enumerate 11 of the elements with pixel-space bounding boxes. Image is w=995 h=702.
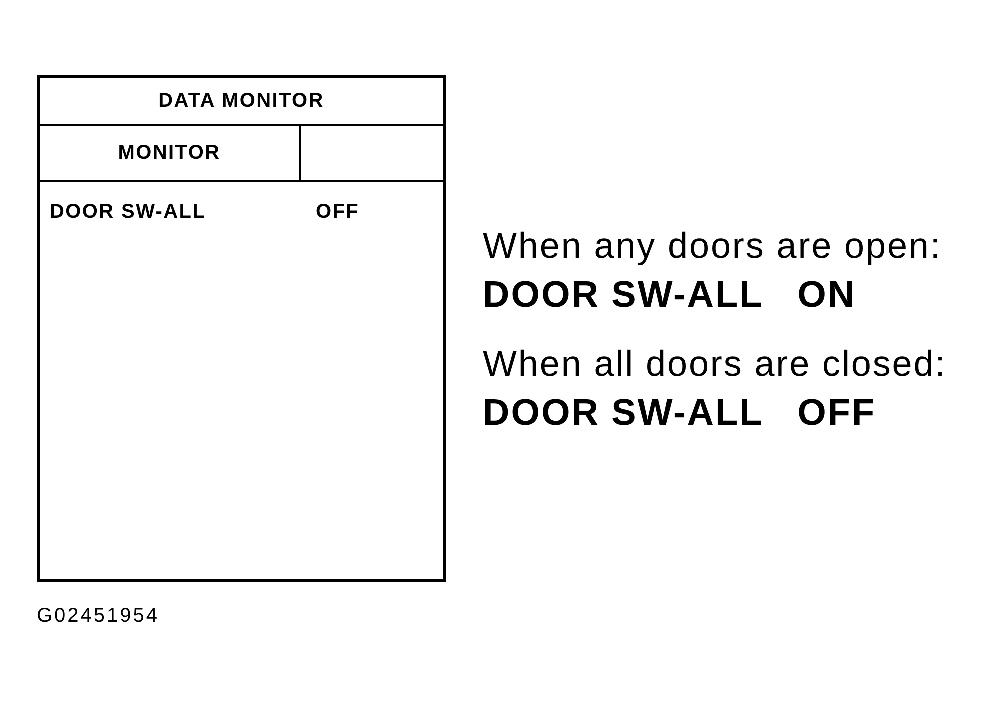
figure-id: G02451954	[37, 604, 160, 628]
column-header: MONITOR	[118, 141, 221, 166]
monitor-value: ON	[798, 273, 856, 317]
monitor-value: OFF	[316, 200, 360, 225]
monitor-item: DOOR SW-ALL	[50, 201, 206, 223]
monitor-value: OFF	[798, 391, 876, 435]
condition-text: When any doors are open:	[483, 224, 942, 268]
monitor-item: DOOR SW-ALL	[483, 391, 764, 435]
table-title: DATA MONITOR	[158, 89, 324, 114]
condition-text: When all doors are closed:	[483, 342, 947, 386]
monitor-item: DOOR SW-ALL	[483, 273, 764, 317]
